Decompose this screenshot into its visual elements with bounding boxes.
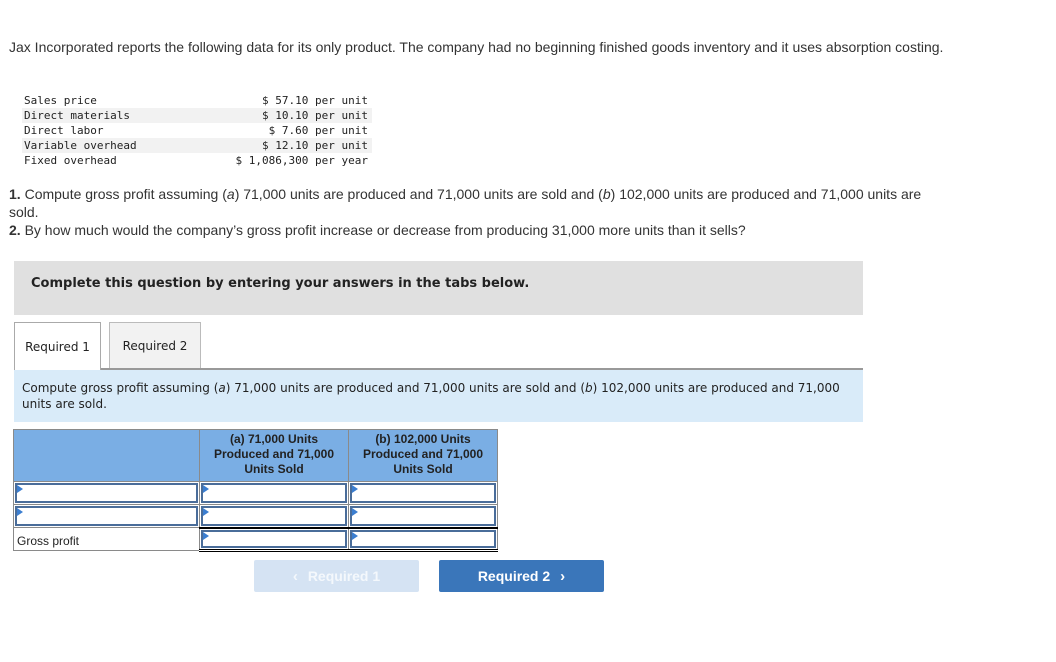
prev-label: Required 1 bbox=[307, 568, 381, 584]
given-row: Direct materials $ 10.10 per unit bbox=[22, 108, 372, 123]
input-b[interactable] bbox=[350, 483, 496, 503]
input-a[interactable] bbox=[201, 483, 347, 503]
chevron-right-icon: › bbox=[560, 567, 566, 585]
questions: 1. Compute gross profit assuming (a) 71,… bbox=[9, 185, 929, 239]
row-label-input[interactable] bbox=[13, 481, 200, 505]
answer-header-row: (a) 71,000 Units Produced and 71,000 Uni… bbox=[13, 429, 498, 482]
given-row: Fixed overhead $ 1,086,300 per year bbox=[22, 153, 372, 168]
cell-b[interactable] bbox=[348, 481, 498, 505]
given-value: $ 10.10 per unit bbox=[212, 108, 372, 123]
cell-b[interactable] bbox=[348, 504, 498, 529]
row-label-input[interactable] bbox=[13, 504, 200, 528]
given-value: $ 12.10 per unit bbox=[212, 138, 372, 153]
answer-row bbox=[13, 504, 498, 529]
given-value: $ 1,086,300 per year bbox=[235, 154, 368, 167]
next-required-button[interactable]: Required 2 › bbox=[439, 560, 604, 592]
given-data-table: Sales price $ 57.10 per unit Direct mater… bbox=[22, 93, 372, 168]
given-label: Variable overhead bbox=[22, 138, 212, 153]
row-label-dropdown[interactable] bbox=[15, 483, 198, 503]
question-1: 1. Compute gross profit assuming (a) 71,… bbox=[9, 186, 922, 220]
given-value: $ 7.60 per unit bbox=[268, 124, 368, 137]
tab-instruction: Compute gross profit assuming (a) 71,000… bbox=[14, 370, 863, 422]
gross-profit-row: Gross profit bbox=[13, 527, 498, 552]
problem-intro: Jax Incorporated reports the following d… bbox=[9, 39, 944, 55]
given-label: Sales price bbox=[24, 94, 97, 107]
cell-a[interactable] bbox=[199, 504, 349, 529]
given-label: Fixed overhead bbox=[24, 154, 117, 167]
tab-required-1[interactable]: Required 1 bbox=[14, 322, 101, 370]
prev-required-button[interactable]: ‹ Required 1 bbox=[254, 560, 419, 592]
given-row: Direct labor $ 7.60 per unit bbox=[22, 123, 372, 138]
header-blank bbox=[13, 429, 200, 482]
given-value: $ 57.10 per unit bbox=[262, 94, 368, 107]
gross-profit-input-a[interactable] bbox=[201, 529, 347, 548]
gross-profit-label: Gross profit bbox=[13, 527, 200, 551]
cell-a[interactable] bbox=[199, 527, 349, 552]
next-label: Required 2 bbox=[477, 568, 551, 584]
cell-b[interactable] bbox=[348, 527, 498, 552]
answer-row bbox=[13, 481, 498, 505]
input-b[interactable] bbox=[350, 506, 496, 526]
instruction-banner: Complete this question by entering your … bbox=[14, 261, 863, 315]
input-a[interactable] bbox=[201, 506, 347, 526]
header-scenario-a: (a) 71,000 Units Produced and 71,000 Uni… bbox=[199, 429, 349, 482]
row-label-dropdown[interactable] bbox=[15, 506, 198, 526]
tab-required-2[interactable]: Required 2 bbox=[109, 322, 201, 369]
given-label: Direct materials bbox=[22, 108, 212, 123]
answer-table: (a) 71,000 Units Produced and 71,000 Uni… bbox=[13, 429, 498, 552]
cell-a[interactable] bbox=[199, 481, 349, 505]
given-row: Sales price $ 57.10 per unit bbox=[22, 93, 372, 108]
given-row: Variable overhead $ 12.10 per unit bbox=[22, 138, 372, 153]
chevron-left-icon: ‹ bbox=[292, 567, 298, 585]
gross-profit-input-b[interactable] bbox=[350, 529, 496, 548]
given-label: Direct labor bbox=[24, 124, 104, 137]
banner-text: Complete this question by entering your … bbox=[31, 276, 530, 291]
question-2: 2. By how much would the company’s gross… bbox=[9, 222, 746, 238]
header-scenario-b: (b) 102,000 Units Produced and 71,000 Un… bbox=[348, 429, 498, 482]
